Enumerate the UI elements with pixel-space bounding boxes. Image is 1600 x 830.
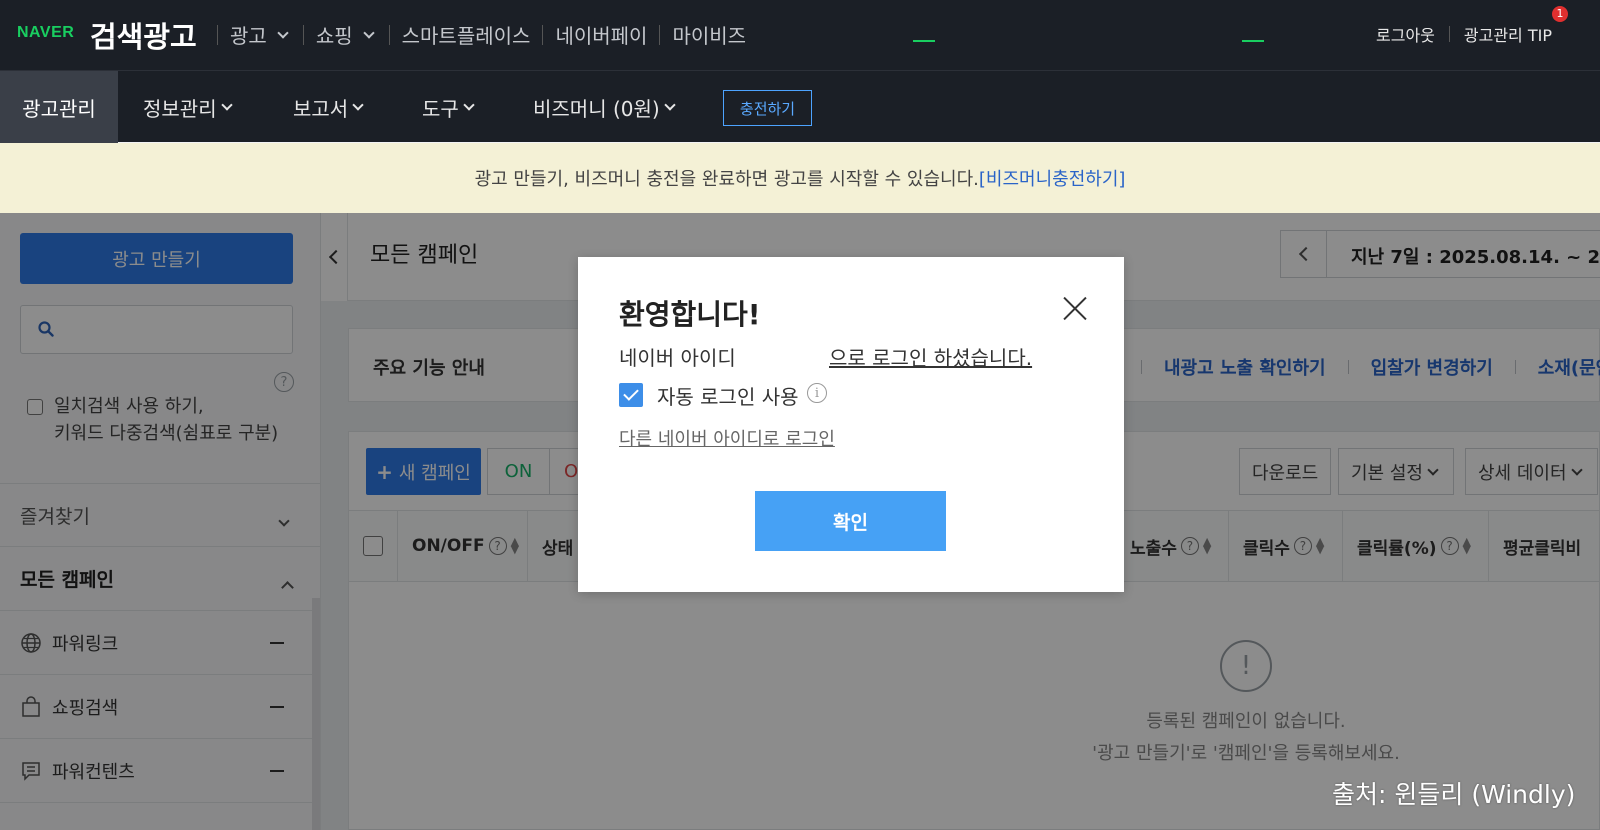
top-nav-shopping[interactable]: 쇼핑	[316, 20, 377, 49]
chevron-down-icon	[463, 99, 475, 111]
top-right-links: 로그아웃 광고관리 TIP	[1376, 22, 1552, 46]
source-watermark: 출처: 윈들리 (Windly)	[1332, 780, 1576, 809]
top-nav-label: 광고	[230, 24, 267, 48]
divider	[388, 24, 390, 45]
top-nav-smartplace[interactable]: 스마트플레이스	[402, 20, 531, 49]
login-message: 네이버 아이디 으로 로그인 하셨습니다.	[619, 342, 1032, 371]
nav-ad-management[interactable]: 광고관리	[0, 71, 118, 143]
charge-button[interactable]: 충전하기	[723, 90, 812, 126]
top-nav-label: 쇼핑	[315, 24, 353, 48]
top-nav-mybiz[interactable]: 마이비즈	[672, 20, 746, 49]
info-icon[interactable]: i	[807, 383, 827, 403]
login-message-prefix: 네이버 아이디	[619, 346, 736, 370]
chevron-down-icon	[664, 99, 676, 111]
divider	[217, 24, 218, 45]
top-nav-ad[interactable]: 광고	[230, 20, 291, 49]
nav-label: 도구	[422, 96, 459, 121]
modal-title: 환영합니다!	[619, 298, 761, 331]
chevron-down-icon	[277, 26, 289, 39]
nav-info-management[interactable]: 정보관리	[143, 71, 235, 143]
logout-link[interactable]: 로그아웃	[1376, 22, 1435, 46]
bizmoney-charge-link[interactable]: [비즈머니충전하기]	[979, 165, 1126, 191]
auto-login-label[interactable]: 자동 로그인 사용	[657, 381, 799, 410]
notification-badge: 1	[1552, 6, 1568, 22]
close-icon[interactable]	[1062, 295, 1088, 321]
service-title[interactable]: 검색광고	[90, 14, 197, 56]
nav-reports[interactable]: 보고서	[293, 71, 366, 143]
notice-banner: 광고 만들기, 비즈머니 충전을 완료하면 광고를 시작할 수 있습니다. [비즈…	[0, 143, 1600, 213]
chevron-down-icon	[220, 99, 233, 111]
top-nav-naverpay[interactable]: 네이버페이	[555, 20, 647, 49]
green-indicator	[913, 40, 935, 42]
confirm-button[interactable]: 확인	[755, 491, 946, 551]
divider	[1448, 26, 1450, 42]
auto-login-checkbox[interactable]	[619, 383, 643, 407]
divider	[542, 24, 544, 45]
chevron-down-icon	[352, 99, 364, 111]
divider	[659, 24, 661, 45]
green-indicator	[1242, 40, 1264, 42]
ad-tip-link[interactable]: 광고관리 TIP	[1464, 22, 1552, 46]
nav-label: 비즈머니 (0원)	[533, 96, 660, 121]
nav-tools[interactable]: 도구	[422, 71, 477, 143]
nav-bizmoney[interactable]: 비즈머니 (0원)	[533, 71, 678, 143]
other-account-login-link[interactable]: 다른 네이버 아이디로 로그인	[619, 425, 835, 451]
main-nav: 광고관리 정보관리 보고서 도구 비즈머니 (0원) 충전하기	[0, 70, 1600, 143]
divider	[302, 24, 304, 45]
top-nav: 광고 쇼핑 스마트플레이스 네이버페이 마이비즈	[205, 20, 746, 49]
welcome-modal: 환영합니다! 네이버 아이디 으로 로그인 하셨습니다. 자동 로그인 사용 i…	[578, 257, 1124, 592]
login-message-suffix: 으로 로그인 하셨습니다.	[829, 346, 1033, 370]
top-bar: NAVER 검색광고 광고 쇼핑 스마트플레이스 네이버페이 마이비즈 로그아웃…	[0, 0, 1600, 70]
nav-label: 보고서	[293, 96, 349, 121]
notice-text: 광고 만들기, 비즈머니 충전을 완료하면 광고를 시작할 수 있습니다.	[474, 169, 979, 190]
nav-label: 정보관리	[143, 96, 217, 121]
chevron-down-icon	[362, 26, 375, 39]
naver-logo[interactable]: NAVER	[17, 24, 74, 42]
